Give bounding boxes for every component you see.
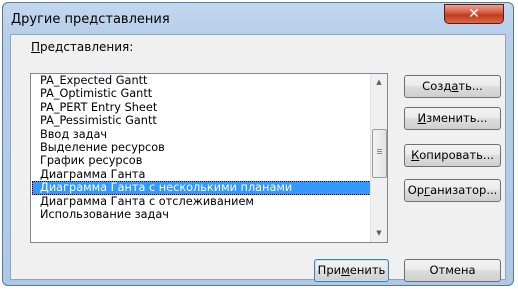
list-item[interactable]: Диаграмма Ганта с отслеживанием <box>32 195 371 208</box>
organizer-button-text-rest: анизатор... <box>430 183 498 197</box>
list-item[interactable]: PA_Expected Gantt <box>32 74 371 87</box>
dialog-window: Другие представления ✕ Представления: PA… <box>2 2 514 286</box>
apply-button[interactable]: Применить <box>314 259 389 282</box>
views-label: Представления: <box>31 40 133 54</box>
create-button-text: Созд <box>422 79 452 93</box>
copy-button[interactable]: Копировать... <box>404 144 501 167</box>
create-button[interactable]: Создать... <box>404 75 501 98</box>
views-listbox[interactable]: PA_Expected Gantt PA_Optimistic Gantt PA… <box>30 73 388 243</box>
grip-line <box>377 151 382 152</box>
dialog-title: Другие представления <box>11 12 170 27</box>
grip-line <box>377 153 382 154</box>
list-item[interactable]: Ввод задач <box>32 128 371 141</box>
organizer-button-text: Ор <box>407 183 425 197</box>
views-label-text: редставления: <box>40 40 134 54</box>
list-item[interactable]: Диаграмма Ганта <box>32 168 371 181</box>
organizer-button[interactable]: Организатор... <box>404 179 501 202</box>
apply-button-text-rest: енить <box>349 263 386 277</box>
list-item[interactable]: График ресурсов <box>32 154 371 167</box>
views-label-accel: П <box>31 40 41 54</box>
cancel-button[interactable]: Отмена <box>404 259 501 282</box>
close-icon: ✕ <box>468 6 480 22</box>
close-button[interactable]: ✕ <box>444 4 504 24</box>
list-item[interactable]: PA_Optimistic Gantt <box>32 87 371 100</box>
list-item[interactable]: PA_Pessimistic Gantt <box>32 114 371 127</box>
apply-button-accel: м <box>341 263 350 277</box>
copy-button-text-rest: опировать... <box>419 148 494 162</box>
edit-button-text-rest: зменить... <box>426 111 488 125</box>
grip-line <box>377 149 382 150</box>
list-item[interactable]: Использование задач <box>32 208 371 221</box>
vertical-scrollbar[interactable]: ▲ ▼ <box>370 74 387 242</box>
apply-button-text: При <box>317 263 342 277</box>
edit-button[interactable]: Изменить... <box>404 107 501 130</box>
list-item[interactable]: PA_PERT Entry Sheet <box>32 101 371 114</box>
list-item[interactable]: Выделение ресурсов <box>32 141 371 154</box>
list-item-selected[interactable]: Диаграмма Ганта с несколькими планами <box>32 181 371 195</box>
create-button-text-rest: ть... <box>458 79 483 93</box>
edit-button-accel: И <box>417 111 427 125</box>
views-list-items: PA_Expected Gantt PA_Optimistic Gantt PA… <box>32 74 371 221</box>
scroll-up-icon[interactable]: ▲ <box>371 74 387 91</box>
scroll-down-icon[interactable]: ▼ <box>371 225 387 242</box>
scroll-thumb[interactable] <box>372 129 387 178</box>
dialog-client-area: Представления: PA_Expected Gantt PA_Opti… <box>10 34 506 282</box>
